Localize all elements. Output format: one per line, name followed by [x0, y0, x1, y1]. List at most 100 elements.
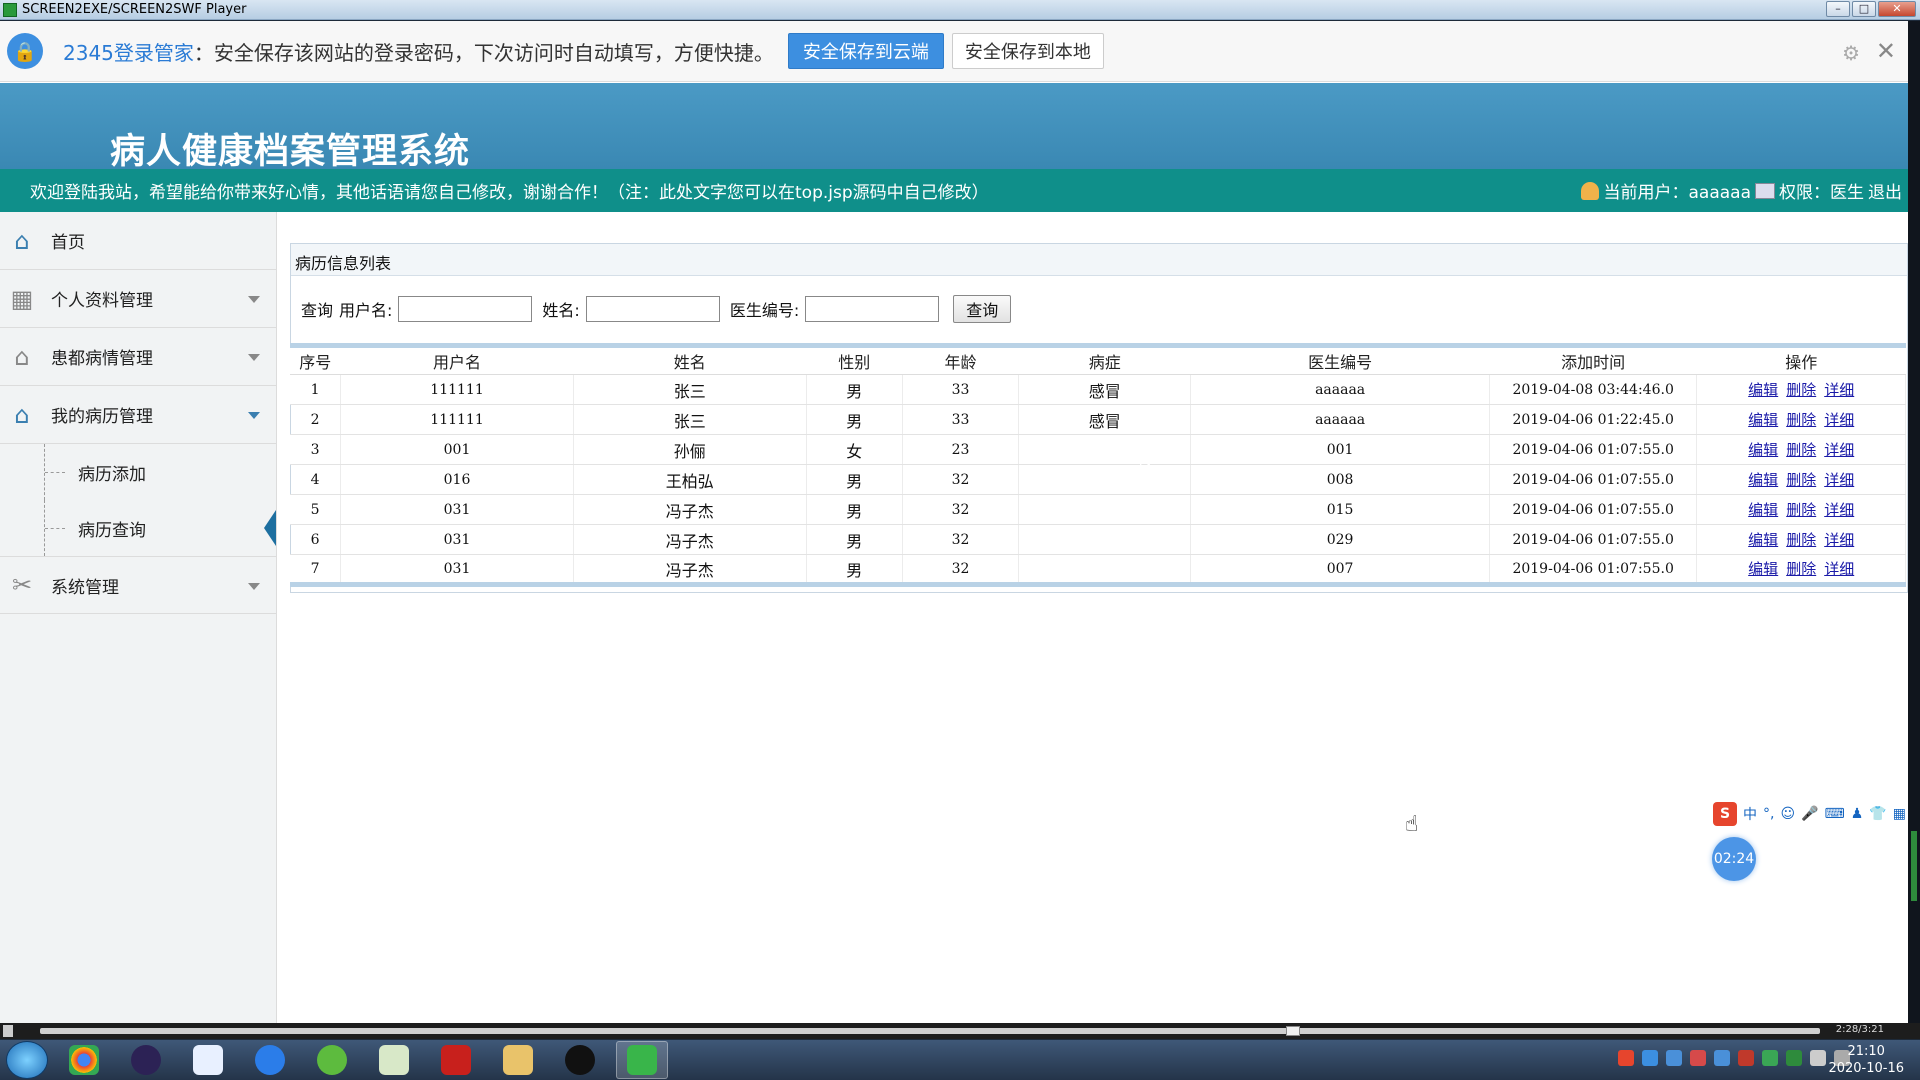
menu-grid-icon[interactable]: ▦ — [1893, 806, 1906, 822]
cell-no: 6 — [290, 524, 342, 555]
clock-date: 2020-10-16 — [1828, 1061, 1904, 1076]
maximize-button[interactable]: □ — [1852, 1, 1876, 17]
antivirus-icon[interactable] — [1690, 1050, 1706, 1066]
edit-link[interactable]: 编辑 — [1748, 381, 1778, 399]
cell-illness — [1018, 464, 1192, 495]
notepad-icon — [379, 1045, 409, 1075]
cell-gender: 男 — [806, 554, 903, 585]
window-controls: – □ ✕ — [1826, 1, 1916, 17]
keyboard-icon[interactable]: ⌨ — [1825, 806, 1845, 822]
close-icon[interactable]: ✕ — [1876, 37, 1896, 65]
detail-link[interactable]: 详细 — [1824, 471, 1854, 489]
delete-link[interactable]: 删除 — [1786, 560, 1816, 578]
column-header: 医生编号 — [1190, 345, 1490, 375]
security-icon[interactable] — [1714, 1050, 1730, 1066]
name-label: 姓名: — [542, 301, 580, 320]
pause-icon[interactable] — [3, 1025, 13, 1037]
taskbar-flash[interactable] — [430, 1041, 482, 1079]
seek-thumb[interactable] — [1286, 1026, 1300, 1036]
sogou-tray-icon[interactable] — [1618, 1050, 1634, 1066]
flag-icon[interactable] — [1738, 1050, 1754, 1066]
cell-no: 5 — [290, 494, 342, 525]
network-icon[interactable] — [1762, 1050, 1778, 1066]
detail-link[interactable]: 详细 — [1824, 560, 1854, 578]
sidebar-item-profile[interactable]: ▦ 个人资料管理 — [0, 270, 276, 328]
delete-link[interactable]: 删除 — [1786, 411, 1816, 429]
sidebar-subitem-add-record[interactable]: 病历添加 — [0, 444, 276, 500]
taskbar-explorer[interactable] — [492, 1041, 544, 1079]
save-to-local-button[interactable]: 安全保存到本地 — [951, 33, 1104, 69]
edit-link[interactable]: 编辑 — [1748, 471, 1778, 489]
delete-link[interactable]: 删除 — [1786, 471, 1816, 489]
doctor-no-input[interactable] — [805, 296, 940, 322]
logout-link[interactable]: 退出 — [1868, 178, 1902, 203]
battery-icon[interactable] — [1786, 1050, 1802, 1066]
taskbar-chrome[interactable] — [58, 1041, 110, 1079]
taskbar-baidu-netdisk[interactable] — [182, 1041, 234, 1079]
taskbar-eclipse[interactable] — [120, 1041, 172, 1079]
delete-link[interactable]: 删除 — [1786, 531, 1816, 549]
detail-link[interactable]: 详细 — [1824, 411, 1854, 429]
sidebar-item-medical-records[interactable]: ⌂ 我的病历管理 — [0, 386, 276, 444]
edit-link[interactable]: 编辑 — [1748, 441, 1778, 459]
minimize-button[interactable]: – — [1826, 1, 1850, 17]
sidebar-item-system[interactable]: ✂ 系统管理 — [0, 556, 276, 614]
username-input[interactable] — [398, 296, 533, 322]
edit-link[interactable]: 编辑 — [1748, 501, 1778, 519]
edit-link[interactable]: 编辑 — [1748, 411, 1778, 429]
sogou-icon: S — [1713, 802, 1737, 826]
gear-icon[interactable]: ⚙ — [1842, 41, 1860, 65]
sidebar-item-home[interactable]: ⌂ 首页 — [0, 212, 276, 270]
ime-mode[interactable]: 中 — [1743, 804, 1757, 824]
search-button[interactable]: 查询 — [953, 295, 1012, 323]
volume-icon[interactable] — [1810, 1050, 1826, 1066]
panel-title: 病历信息列表 — [291, 244, 1907, 276]
cell-age: 32 — [902, 524, 1020, 555]
sidebar-subitem-query-record[interactable]: 病历查询 — [0, 500, 276, 556]
user-icon[interactable]: ♟ — [1851, 806, 1864, 822]
taskbar-qq[interactable] — [554, 1041, 606, 1079]
save-to-cloud-button[interactable]: 安全保存到云端 — [787, 33, 944, 69]
cell-doctor-no: 008 — [1190, 464, 1490, 495]
detail-link[interactable]: 详细 — [1824, 501, 1854, 519]
sidebar-item-patient-condition[interactable]: ⌂ 患都病情管理 — [0, 328, 276, 386]
delete-link[interactable]: 删除 — [1786, 381, 1816, 399]
microphone-icon[interactable]: 🎤 — [1801, 806, 1818, 822]
query-label: 查询 — [301, 301, 334, 320]
detail-link[interactable]: 详细 — [1824, 531, 1854, 549]
edit-link[interactable]: 编辑 — [1748, 560, 1778, 578]
doctor-no-label: 医生编号: — [729, 301, 800, 320]
taskbar-browser[interactable] — [244, 1041, 296, 1079]
chevron-down-icon — [248, 296, 260, 303]
column-header: 姓名 — [573, 345, 807, 375]
tray-icon[interactable] — [1642, 1050, 1658, 1066]
cell-doctor-no: 015 — [1190, 494, 1490, 525]
punctuation-icon[interactable]: °, — [1763, 806, 1774, 822]
start-button[interactable] — [6, 1041, 48, 1079]
seek-track[interactable] — [40, 1026, 1820, 1036]
delete-link[interactable]: 删除 — [1786, 441, 1816, 459]
name-input[interactable] — [585, 296, 720, 322]
taskbar-app-green[interactable] — [306, 1041, 358, 1079]
welcome-bar: 欢迎登陆我站，希望能给你带来好心情，其他话语请您自己修改，谢谢合作！（注：此处文… — [0, 169, 1908, 212]
close-window-button[interactable]: ✕ — [1878, 1, 1916, 17]
detail-link[interactable]: 详细 — [1824, 381, 1854, 399]
shield-icon[interactable] — [1666, 1050, 1682, 1066]
edit-link[interactable]: 编辑 — [1748, 531, 1778, 549]
taskbar-notepad[interactable] — [368, 1041, 420, 1079]
clock-time: 21:10 — [1847, 1044, 1885, 1059]
taskbar-clock[interactable]: 21:10 2020-10-16 — [1828, 1043, 1904, 1077]
skin-icon[interactable]: 👕 — [1869, 806, 1886, 822]
taskbar-player[interactable] — [616, 1041, 668, 1079]
emoji-icon[interactable]: ☺ — [1780, 806, 1795, 822]
delete-link[interactable]: 删除 — [1786, 501, 1816, 519]
system-title: 病人健康档案管理系统 — [110, 132, 471, 172]
detail-link[interactable]: 详细 — [1824, 441, 1854, 459]
sidebar-subitem-label: 病历添加 — [78, 464, 146, 485]
edge-indicator — [1911, 831, 1917, 901]
cell-username: 111111 — [340, 404, 574, 435]
ime-toolbar[interactable]: S 中 °, ☺ 🎤 ⌨ ♟ 👕 ▦ — [1713, 801, 1906, 827]
cell-time: 2019-04-08 03:44:46.0 — [1489, 374, 1698, 405]
sidebar-item-label: 患都病情管理 — [51, 349, 153, 369]
column-header: 操作 — [1696, 345, 1906, 375]
